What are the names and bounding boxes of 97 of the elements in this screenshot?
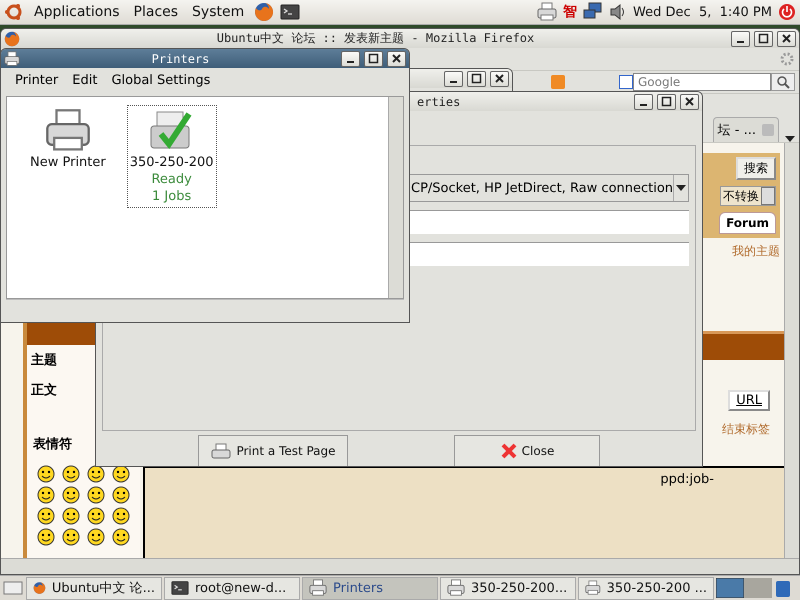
end-tag-link[interactable]: 结束标签 [722,421,770,438]
printer-icon [585,579,601,597]
search-button[interactable]: 搜索 [736,157,776,180]
clock[interactable]: Wed Dec 5, 1:40 PM [633,4,772,20]
power-icon[interactable] [778,3,796,21]
maximize-button[interactable] [754,30,773,46]
input-field[interactable] [408,210,689,234]
workspace-switcher-icon[interactable] [716,578,772,598]
menu-item[interactable]: Global Settings [111,72,210,88]
panel-menu[interactable]: Applications [30,4,124,20]
field-label: 正文 [30,382,58,400]
minimize-icon [737,41,744,43]
field-label: 主题 [30,352,58,370]
post-editor[interactable]: ppd:job- [143,466,784,558]
printer-icon [309,579,327,597]
window-title: Printers [150,52,210,66]
terminal-icon [280,2,300,22]
throbber-icon [779,51,795,67]
connection-select[interactable]: CP/Socket, HP JetDirect, Raw connection [408,174,689,202]
printer-icon [447,579,465,597]
printer-icon [210,443,232,459]
taskbar-button[interactable]: Ubuntu中文 论... [26,576,162,600]
close-button[interactable] [680,94,699,110]
printer-icon [4,50,20,66]
menu-item[interactable]: Printer [15,72,58,88]
minimize-button[interactable] [341,50,360,66]
input-field[interactable] [408,242,689,266]
encoding-select[interactable]: 不转换 [720,186,776,206]
input-method-indicator[interactable]: 智 [563,3,578,21]
maximize-icon [368,54,378,64]
taskbar-button[interactable]: root@new-d... [164,576,300,600]
window-title: erties [416,94,462,108]
minimize-button[interactable] [731,30,750,46]
smiley-icon[interactable] [62,507,80,525]
search-field[interactable]: Google [633,73,771,91]
vertical-scrollbar[interactable] [784,143,799,558]
smiley-icon[interactable] [87,507,105,525]
globe-icon [4,30,20,46]
cross-icon [500,442,518,460]
editor-text: ppd:job- [660,472,714,487]
smiley-icon[interactable] [62,528,80,546]
maximize-icon [472,74,482,84]
smiley-icon[interactable] [87,465,105,483]
minimize-icon [450,81,457,83]
forum-tab[interactable]: Forum [719,212,776,234]
smiley-icon[interactable] [87,486,105,504]
maximize-icon [662,96,672,106]
smiley-icon[interactable] [112,528,130,546]
search-engine-icon[interactable] [619,75,633,89]
horizontal-scrollbar[interactable] [1,558,799,574]
search-icon [776,75,790,89]
globe-icon [33,579,46,597]
smiley-icon[interactable] [87,528,105,546]
smiley-icon[interactable] [37,528,55,546]
close-button[interactable] [777,30,796,46]
maximize-icon [758,34,768,44]
maximize-button[interactable] [657,94,676,110]
taskbar-button[interactable]: 350-250-200 ... [578,576,714,600]
dropdown-arrow-icon[interactable] [785,136,795,142]
smiley-icon[interactable] [62,486,80,504]
vertical-scrollbar[interactable] [388,97,403,298]
smiley-icon[interactable] [62,465,80,483]
minimize-button[interactable] [444,70,463,86]
maximize-button[interactable] [467,70,486,86]
smiley-icon[interactable] [37,465,55,483]
smiley-icon[interactable] [112,486,130,504]
panel-menu[interactable]: System [188,4,248,20]
menu-item[interactable]: Edit [72,72,98,88]
dropdown-arrow-icon [676,185,686,191]
url-button[interactable]: URL [728,390,770,411]
logo-icon[interactable] [4,2,24,22]
close-button[interactable] [387,50,406,66]
panel-menu[interactable]: Places [130,4,182,20]
minimize-button[interactable] [634,94,653,110]
new-printer-item[interactable]: New Printer [27,105,109,174]
smiley-icon[interactable] [37,507,55,525]
taskbar-button[interactable]: 350-250-200... [440,576,576,600]
smiley-icon[interactable] [37,486,55,504]
taskbar-button[interactable]: Printers [302,576,438,600]
printer-status-item[interactable]: 350-250-200 Ready 1 Jobs [126,105,217,208]
close-button[interactable]: Close [454,435,600,466]
close-button[interactable] [490,70,509,86]
print-test-page-button[interactable]: Print a Test Page [198,435,348,466]
search-button[interactable] [771,73,795,91]
minimize-icon [640,104,647,106]
window-title: Ubuntu中文 论坛 :: 发表新主题 - Mozilla Firefox [216,30,536,47]
printer-icon [537,2,558,22]
browser-tab[interactable]: 坛 - ... [712,117,779,142]
trash-icon[interactable] [774,578,792,598]
smiley-icon[interactable] [112,507,130,525]
globe-icon [254,2,274,22]
show-desktop-icon[interactable] [2,579,24,597]
terminal-icon [171,579,189,597]
maximize-button[interactable] [364,50,383,66]
section-heading: 表情符 [33,436,73,453]
minimize-icon [347,61,354,63]
my-topics-link[interactable]: 我的主题 [732,243,780,260]
